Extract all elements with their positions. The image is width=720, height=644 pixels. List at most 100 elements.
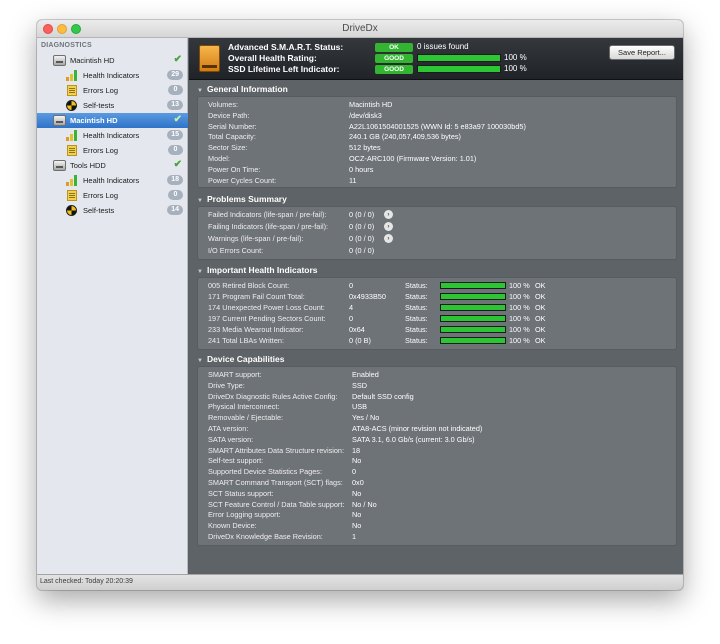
info-key: SATA version:: [208, 434, 254, 444]
sidebar-item-health-indicators[interactable]: Health Indicators 29: [37, 68, 188, 83]
bars-icon: [66, 175, 79, 186]
info-row: Self-test support: No: [198, 456, 676, 466]
sidebar: DIAGNOSTICS Macintish HD ✔ Health Indicato…: [37, 38, 188, 590]
log-icon: [67, 190, 77, 201]
info-value: ATA8-ACS (minor revision not indicated): [352, 424, 483, 433]
problems-summary-title[interactable]: ▼ Problems Summary: [197, 194, 287, 204]
sidebar-drive-item[interactable]: Macintish HD ✔: [37, 53, 188, 68]
info-value: 512 bytes: [349, 143, 381, 153]
sidebar-item-errors-log[interactable]: Errors Log 0: [37, 188, 188, 203]
info-row: Power On Time: 0 hours: [198, 165, 676, 175]
sidebar-item-self-tests[interactable]: Self-tests 14: [37, 203, 188, 218]
problem-row: Failing Indicators (life-span / pre-fail…: [198, 222, 676, 232]
sidebar-item-self-tests[interactable]: Self-tests 13: [37, 98, 188, 113]
health-indicators-panel: 005 Retired Block Count: 0 Status: 100 % OK 1…: [197, 277, 677, 350]
info-key: Model:: [208, 154, 230, 163]
info-value: SSD: [352, 380, 368, 390]
problem-key: Failed Indicators (life-span / pre-fail)…: [208, 210, 327, 219]
indicator-bar: [440, 315, 506, 322]
indicator-percent: 100 %: [509, 314, 530, 323]
info-row: SCT Status support: No: [198, 489, 676, 499]
info-key: SCT Status support:: [208, 488, 274, 498]
health-rating-badge: GOOD: [375, 54, 413, 63]
title-bar: DriveDx: [37, 20, 683, 38]
sidebar-item-label: Self-tests: [83, 101, 115, 110]
problem-value: 0 (0 / 0): [349, 234, 375, 243]
indicator-percent: 100 %: [509, 325, 530, 334]
indicator-name: 197 Current Pending Sectors Count:: [208, 314, 326, 323]
info-row: Error Logging support: No: [198, 510, 676, 520]
info-row: Physical Interconnect: USB: [198, 402, 676, 412]
info-value: No / No: [352, 499, 377, 509]
info-value: 0x0: [352, 478, 364, 487]
minimize-button[interactable]: [57, 24, 67, 34]
sidebar-drive-item[interactable]: Tools HDD ✔: [37, 158, 188, 173]
smart-status-text: 0 issues found: [417, 42, 469, 51]
info-value: No: [352, 488, 362, 498]
problem-key: Warnings (life-span / pre-fail):: [208, 234, 304, 243]
sidebar-item-health-indicators[interactable]: Health Indicators 18: [37, 173, 188, 188]
indicator-raw-value: 0x64: [349, 325, 365, 334]
save-report-button[interactable]: Save Report...: [609, 45, 675, 60]
indicator-raw-value: 0: [349, 314, 354, 323]
zoom-button[interactable]: [71, 24, 81, 34]
info-key: Physical Interconnect:: [208, 402, 280, 412]
indicator-raw-value: 0: [349, 281, 354, 290]
problem-row: Warnings (life-span / pre-fail): 0 (0 / 0…: [198, 234, 676, 244]
sidebar-item-errors-log[interactable]: Errors Log 0: [37, 83, 188, 98]
sidebar-item-label: Errors Log: [83, 146, 119, 155]
health-indicator-row: 005 Retired Block Count: 0 Status: 100 % OK: [198, 281, 676, 291]
info-key: Error Logging support:: [208, 510, 281, 520]
info-value: 240.1 GB (240,057,409,536 bytes): [349, 132, 461, 142]
indicator-state: OK: [535, 303, 546, 312]
indicator-name: 171 Program Fail Count Total:: [208, 292, 305, 301]
info-key: Self-test support:: [208, 456, 264, 466]
device-capabilities-title[interactable]: ▼ Device Capabilities: [197, 354, 284, 364]
close-button[interactable]: [43, 24, 53, 34]
info-value: Default SSD config: [352, 391, 414, 401]
indicator-bar: [440, 304, 506, 311]
indicator-status-label: Status:: [405, 314, 428, 323]
indicator-status-label: Status:: [405, 303, 428, 312]
info-value: 11: [349, 175, 357, 185]
sidebar-drive-item[interactable]: Macintish HD ✔: [37, 113, 188, 128]
sidebar-item-label: Health Indicators: [83, 176, 140, 185]
go-arrow-icon[interactable]: ›: [384, 210, 393, 219]
info-row: SATA version: SATA 3.1, 6.0 Gb/s (current…: [198, 435, 676, 445]
go-arrow-icon[interactable]: ›: [384, 234, 393, 243]
go-arrow-icon[interactable]: ›: [384, 222, 393, 231]
disclosure-triangle-icon: ▼: [197, 88, 203, 94]
count-badge: 15: [167, 130, 183, 140]
sidebar-item-health-indicators[interactable]: Health Indicators 15: [37, 128, 188, 143]
info-key: Supported Device Statistics Pages:: [208, 467, 322, 477]
health-indicator-row: 171 Program Fail Count Total: 0x4933B50 St…: [198, 292, 676, 302]
info-key: Device Path:: [208, 110, 250, 120]
indicator-percent: 100 %: [509, 336, 530, 345]
sidebar-item-label: Errors Log: [83, 191, 119, 200]
indicator-bar-fill: [441, 305, 505, 310]
general-info-title[interactable]: ▼ General Information: [197, 84, 288, 94]
problem-value: 0 (0 / 0): [349, 222, 375, 231]
health-indicators-title[interactable]: ▼ Important Health Indicators: [197, 265, 318, 275]
info-value: A22L1061504001525 (WWN Id: 5 e83a97 1000…: [349, 121, 526, 131]
ssd-lifetime-badge: GOOD: [375, 65, 413, 74]
count-badge: 13: [167, 100, 183, 110]
problem-key: I/O Errors Count:: [208, 246, 264, 255]
indicator-bar-fill: [441, 316, 505, 321]
sidebar-item-label: Health Indicators: [83, 71, 140, 80]
health-rating-bar: [417, 54, 501, 62]
info-key: DriveDx Knowledge Base Revision:: [208, 532, 323, 541]
info-value: Enabled: [352, 370, 379, 379]
sidebar-item-errors-log[interactable]: Errors Log 0: [37, 143, 188, 158]
disclosure-triangle-icon: ▼: [197, 269, 203, 275]
problem-row: Failed Indicators (life-span / pre-fail)…: [198, 210, 676, 220]
disclosure-triangle-icon: ▼: [197, 198, 203, 204]
indicator-state: OK: [535, 292, 546, 301]
indicator-bar-fill: [441, 294, 505, 299]
info-row: Total Capacity: 240.1 GB (240,057,409,536…: [198, 132, 676, 142]
indicator-bar: [440, 282, 506, 289]
health-rating-fill: [418, 55, 500, 61]
indicator-state: OK: [535, 336, 546, 345]
info-key: Serial Number:: [208, 121, 257, 131]
indicator-state: OK: [535, 325, 546, 334]
